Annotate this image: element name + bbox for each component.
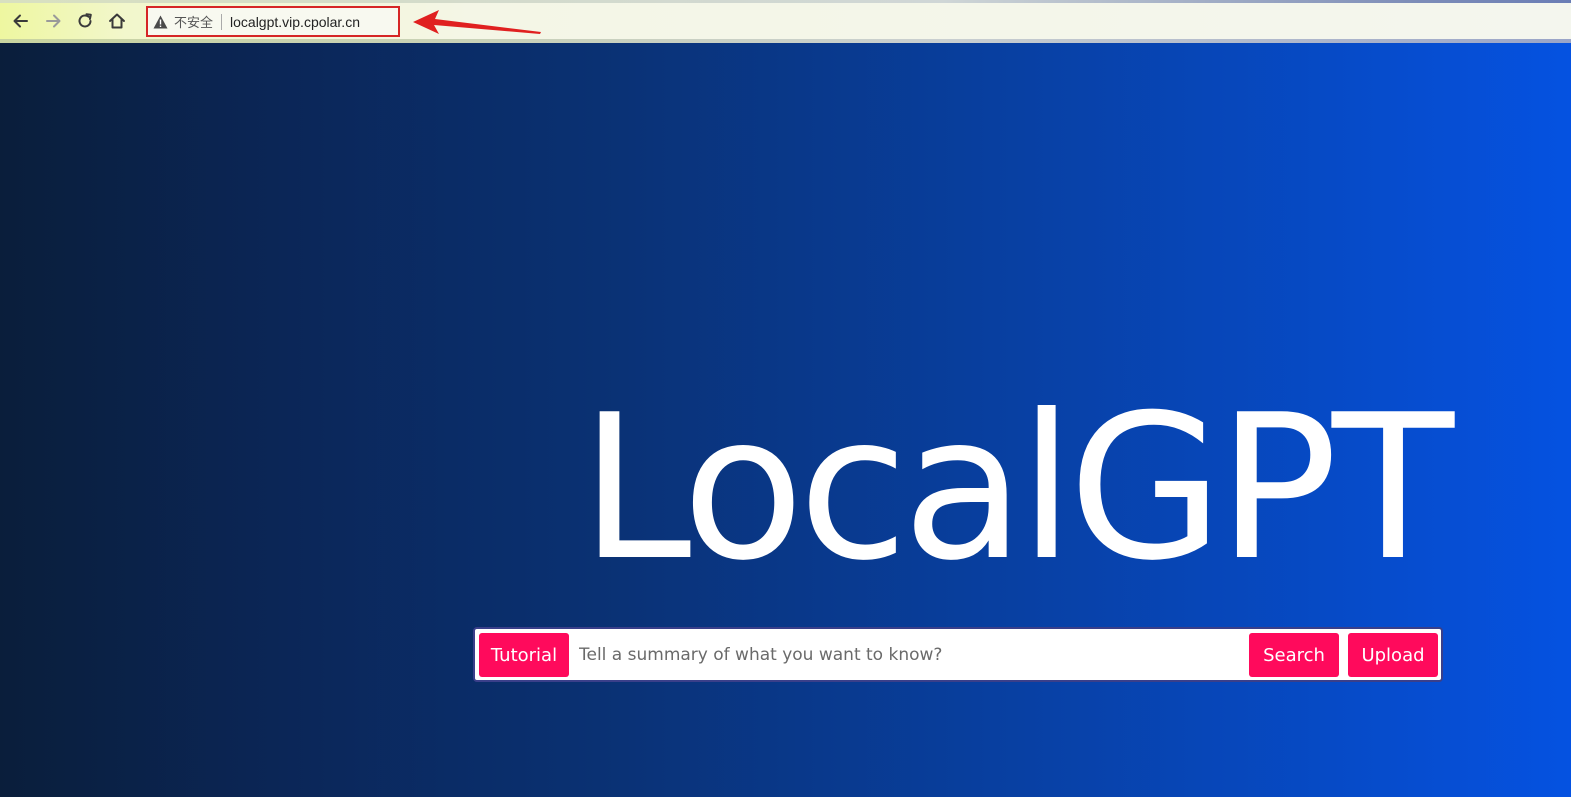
app-title: LocalGPT <box>580 372 1454 605</box>
search-input[interactable] <box>575 633 1240 677</box>
tutorial-button[interactable]: Tutorial <box>479 633 569 677</box>
url-text[interactable]: localgpt.vip.cpolar.cn <box>230 14 360 30</box>
home-icon <box>109 13 125 29</box>
security-status-label[interactable]: 不安全 <box>174 12 213 31</box>
address-divider <box>221 13 223 30</box>
address-bar[interactable]: 不安全 localgpt.vip.cpolar.cn <box>146 6 400 37</box>
upload-button[interactable]: Upload <box>1348 633 1438 677</box>
annotation-arrow-icon <box>413 10 541 34</box>
toolbar-top-border <box>0 0 1571 3</box>
reload-icon <box>78 13 92 28</box>
browser-window: 不安全 localgpt.vip.cpolar.cn LocalGPT Tuto… <box>0 0 1571 797</box>
home-button[interactable] <box>104 8 130 34</box>
page-content: LocalGPT Tutorial Search Upload <box>0 43 1571 797</box>
search-button[interactable]: Search <box>1249 633 1339 677</box>
warning-triangle-icon[interactable] <box>152 14 168 30</box>
forward-button[interactable] <box>40 8 66 34</box>
reload-button[interactable] <box>72 8 98 34</box>
back-button[interactable] <box>8 8 34 34</box>
search-bar: Tutorial Search Upload <box>473 627 1443 682</box>
arrow-left-icon <box>13 14 28 28</box>
browser-toolbar: 不安全 localgpt.vip.cpolar.cn <box>0 0 1571 43</box>
arrow-right-icon <box>46 14 61 28</box>
